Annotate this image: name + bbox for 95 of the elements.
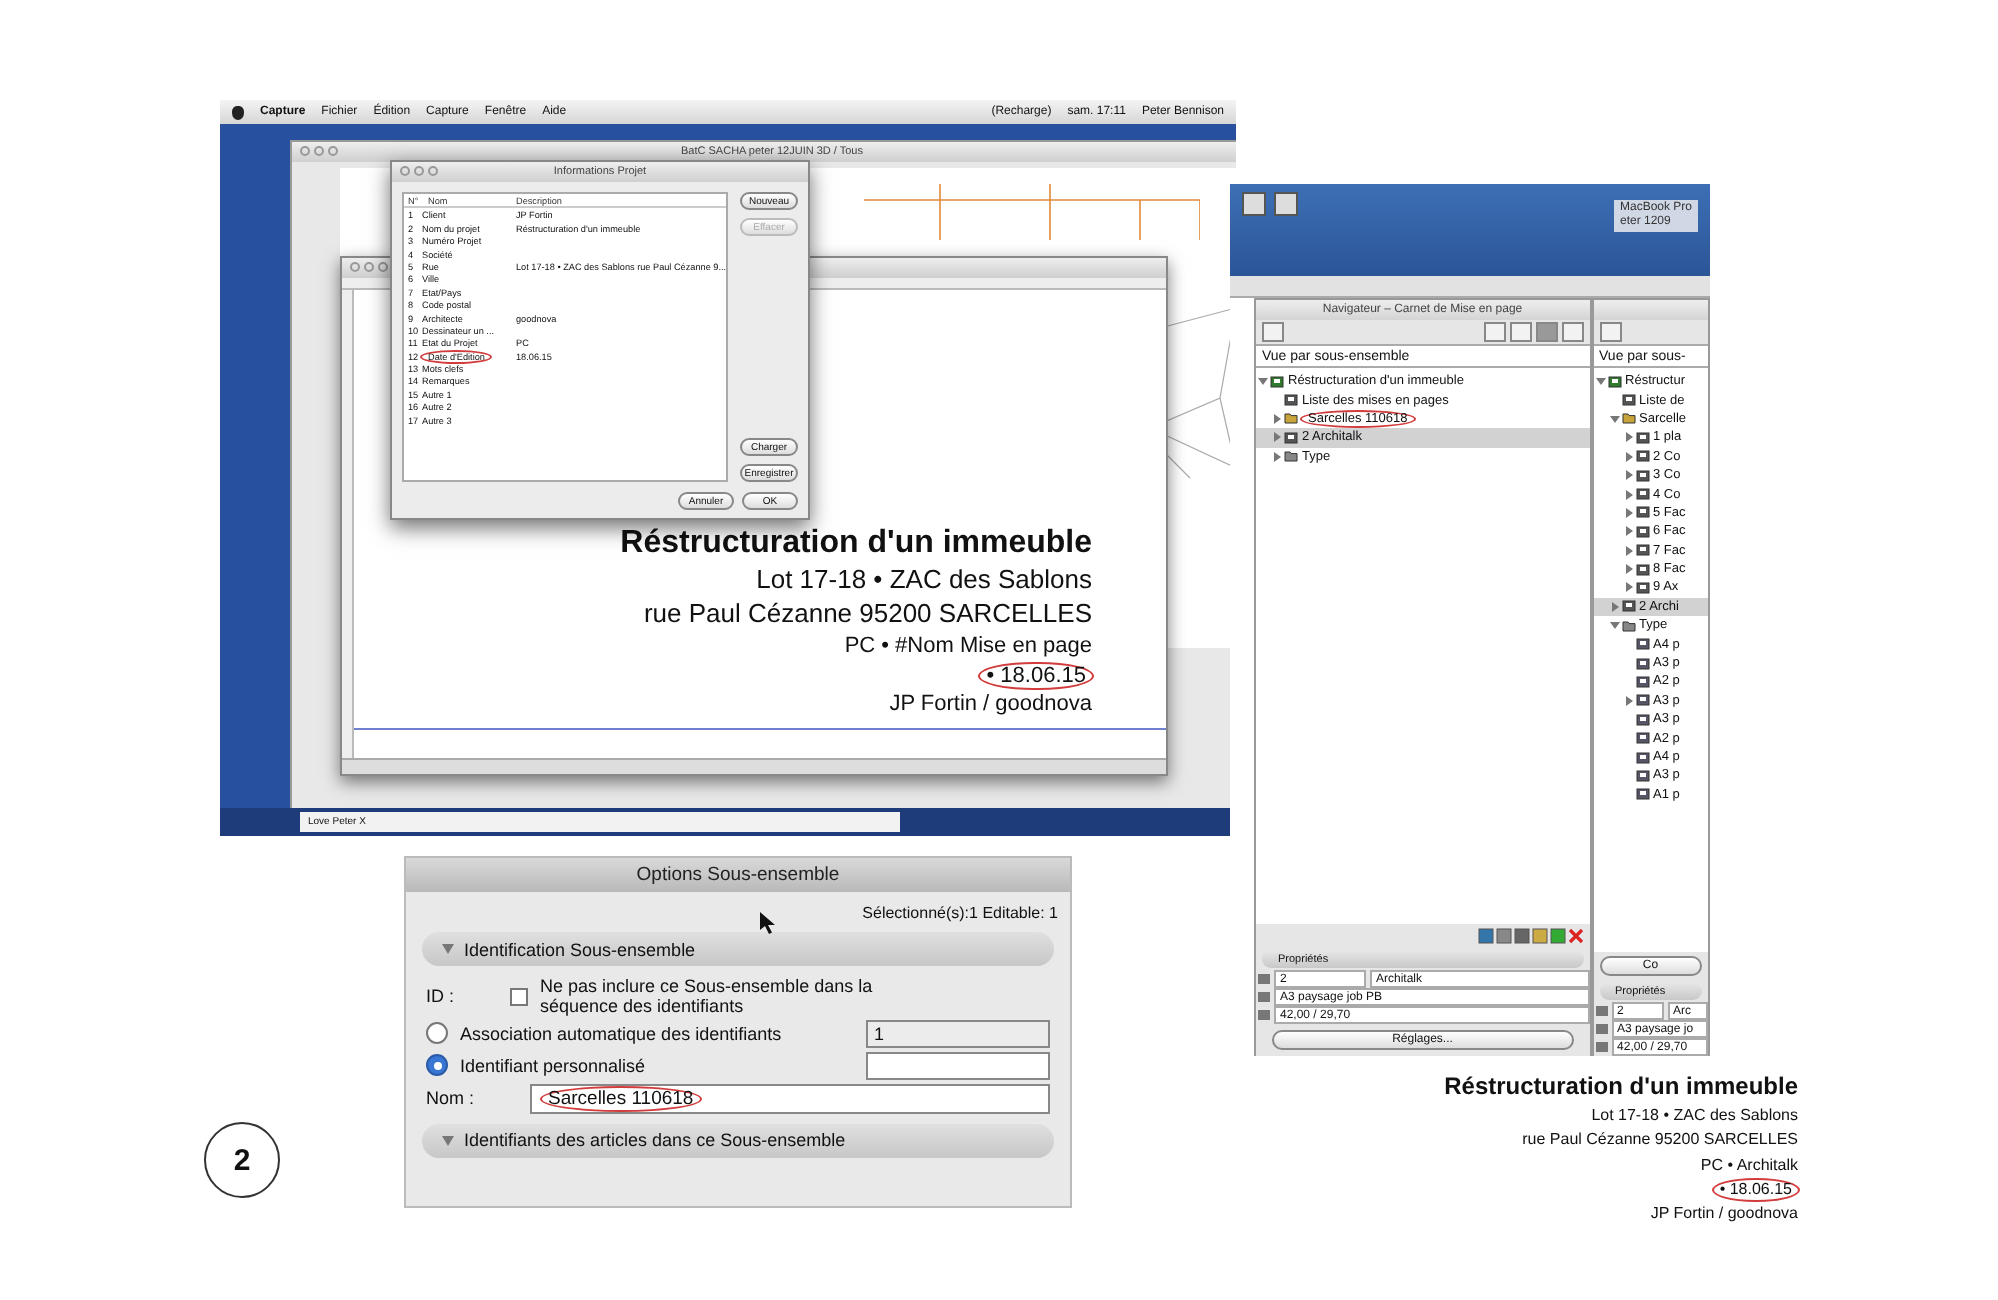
collapsed-triangle-icon[interactable] bbox=[1609, 601, 1620, 612]
close-icon[interactable] bbox=[1567, 928, 1584, 944]
panel-title: Options Sous-ensemble bbox=[406, 858, 1070, 892]
page-icon bbox=[1635, 525, 1650, 538]
page-icon bbox=[1258, 974, 1270, 984]
page-icon bbox=[1635, 675, 1650, 688]
collapsed-triangle-icon[interactable] bbox=[1623, 451, 1634, 462]
title-block-text: Réstructuration d'un immeuble bbox=[618, 523, 1094, 564]
page-icon bbox=[1635, 488, 1650, 501]
size-icon bbox=[1595, 1042, 1608, 1052]
page-icon bbox=[1595, 1006, 1608, 1016]
page-icon bbox=[1635, 544, 1650, 557]
collapsed-triangle-icon[interactable] bbox=[1272, 451, 1282, 462]
title-block-text: Réstructuration d'un immeuble bbox=[1442, 1072, 1800, 1104]
page-icon bbox=[1635, 431, 1650, 444]
page-icon bbox=[1635, 732, 1650, 745]
page-icon bbox=[1607, 375, 1622, 388]
title-block-text: • 18.06.15 bbox=[1711, 1177, 1800, 1203]
page-icon bbox=[1284, 394, 1298, 407]
collapsed-triangle-icon[interactable] bbox=[1623, 470, 1634, 481]
toolbar-icon[interactable] bbox=[1535, 322, 1558, 342]
triangle-icon[interactable] bbox=[442, 944, 454, 954]
checkbox-label: Ne pas inclure ce Sous-ensemble dans la séquence des identifiants bbox=[540, 976, 875, 1018]
page-icon bbox=[1621, 600, 1636, 613]
page-icon bbox=[1635, 769, 1650, 782]
title-block-text: • 18.06.15 bbox=[978, 661, 1094, 691]
page-icon bbox=[1270, 375, 1284, 388]
figure-number: 2 bbox=[204, 1122, 280, 1198]
input-field[interactable]: 1 bbox=[866, 1019, 1050, 1048]
section-header[interactable]: Identifiants des articles dans ce Sous-ensemble bbox=[422, 1123, 1054, 1158]
title-block-text: PC • #Nom Mise en page bbox=[842, 632, 1094, 662]
radio-label: Association automatique des identifiants bbox=[460, 1023, 784, 1044]
window-buttons-icon[interactable] bbox=[400, 166, 438, 176]
size-icon bbox=[1258, 1010, 1270, 1020]
toolbar-icon[interactable] bbox=[1483, 322, 1506, 342]
cursor-icon bbox=[760, 912, 776, 934]
collapsed-triangle-icon[interactable] bbox=[1623, 582, 1634, 593]
title-block-text: Lot 17-18 • ZAC des Sablons bbox=[1589, 1103, 1800, 1128]
page-icon bbox=[1635, 506, 1650, 519]
input-field[interactable] bbox=[866, 1051, 1050, 1080]
expanded-triangle-icon[interactable] bbox=[1258, 376, 1268, 387]
page-icon bbox=[1635, 563, 1650, 576]
folder-icon bbox=[1621, 412, 1636, 425]
page-icon bbox=[1635, 450, 1650, 463]
section-header[interactable]: Identification Sous-ensemble bbox=[422, 932, 1054, 966]
page-icon bbox=[1635, 638, 1650, 651]
title-block-text: rue Paul Cézanne 95200 SARCELLES bbox=[641, 598, 1094, 633]
title-bar bbox=[1593, 300, 1708, 320]
window-buttons-icon[interactable] bbox=[300, 146, 338, 156]
page-icon bbox=[1635, 694, 1650, 707]
collapsed-triangle-icon[interactable] bbox=[1623, 564, 1634, 575]
title-block-text: rue Paul Cézanne 95200 SARCELLES bbox=[1520, 1128, 1800, 1153]
format-icon bbox=[1595, 1024, 1608, 1034]
page-icon bbox=[1635, 469, 1650, 482]
page-icon bbox=[1635, 713, 1650, 726]
page-icon bbox=[1284, 431, 1298, 444]
page-icon bbox=[1635, 657, 1650, 670]
expanded-triangle-icon[interactable] bbox=[1595, 376, 1606, 387]
page-icon bbox=[1635, 751, 1650, 763]
expanded-triangle-icon[interactable] bbox=[1609, 620, 1620, 631]
triangle-icon[interactable] bbox=[442, 1135, 454, 1146]
window-buttons-icon[interactable] bbox=[350, 262, 388, 272]
collapsed-triangle-icon[interactable] bbox=[1272, 432, 1282, 443]
expanded-triangle-icon[interactable] bbox=[1609, 413, 1620, 424]
app-icon[interactable] bbox=[1242, 192, 1266, 216]
toolbar-icon[interactable] bbox=[1599, 322, 1622, 342]
radio-button[interactable] bbox=[426, 1022, 448, 1045]
toolbar-icon[interactable] bbox=[1509, 322, 1532, 342]
title-block-text: JP Fortin / goodnova bbox=[887, 690, 1094, 720]
name-field[interactable]: Sarcelles 110618 bbox=[530, 1083, 1050, 1114]
page-icon bbox=[1621, 394, 1636, 407]
radio-label: Identifiant personnalisé bbox=[460, 1055, 648, 1076]
page-icon bbox=[1635, 581, 1650, 594]
toolbar-icon[interactable] bbox=[1262, 322, 1284, 342]
field-value: Sarcelles 110618 bbox=[540, 1085, 702, 1112]
collapsed-triangle-icon[interactable] bbox=[1623, 489, 1634, 500]
id-label: ID : bbox=[426, 986, 457, 1007]
radio-button[interactable] bbox=[426, 1054, 448, 1077]
format-icon bbox=[1258, 992, 1270, 1002]
collapsed-triangle-icon[interactable] bbox=[1272, 413, 1282, 424]
apple-icon[interactable] bbox=[232, 105, 244, 119]
app-icon[interactable] bbox=[1274, 192, 1298, 216]
title-block-text: Lot 17-18 • ZAC des Sablons bbox=[754, 564, 1094, 599]
checkbox[interactable] bbox=[510, 987, 528, 1006]
collapsed-triangle-icon[interactable] bbox=[1623, 432, 1634, 443]
name-label: Nom : bbox=[426, 1088, 477, 1109]
title-block-text: JP Fortin / goodnova bbox=[1648, 1202, 1800, 1227]
page-icon bbox=[1635, 788, 1650, 801]
title-block-text: PC • Architalk bbox=[1698, 1153, 1800, 1178]
collapsed-triangle-icon[interactable] bbox=[1623, 695, 1634, 706]
collapsed-triangle-icon[interactable] bbox=[1623, 507, 1634, 518]
toolbar-icon[interactable] bbox=[1561, 322, 1584, 342]
selection-info: Sélectionné(s):1 Editable: 1 bbox=[860, 902, 1060, 926]
collapsed-triangle-icon[interactable] bbox=[1623, 545, 1634, 556]
collapsed-triangle-icon[interactable] bbox=[1623, 526, 1634, 537]
